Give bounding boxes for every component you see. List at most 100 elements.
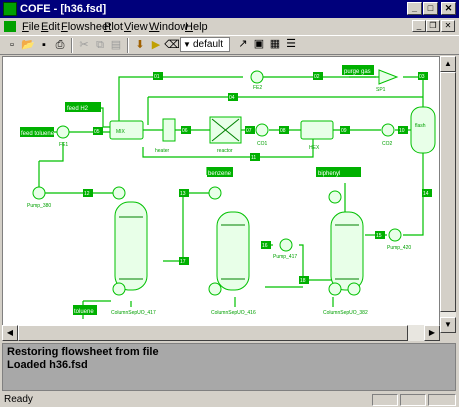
exchanger-1[interactable] <box>112 186 126 200</box>
exchanger-4[interactable] <box>208 282 222 296</box>
stream-label: 01 <box>154 74 160 80</box>
pump-fe1[interactable] <box>56 125 70 139</box>
mixer-unit[interactable] <box>109 120 144 140</box>
toolbar-separator <box>71 38 73 53</box>
column-left[interactable] <box>114 201 148 291</box>
stream-label: 14 <box>423 191 429 197</box>
exchanger-3[interactable] <box>208 186 222 200</box>
child-restore-button[interactable]: ❐ <box>426 20 440 32</box>
stream-label: 04 <box>229 95 235 101</box>
download-arrow-icon[interactable]: ⬇ <box>132 38 148 53</box>
horizontal-scroll-thumb[interactable] <box>18 325 408 341</box>
column-right-label: ColumnSepUO_382 <box>323 310 368 316</box>
co1-label: CO1 <box>257 141 268 147</box>
column-right[interactable] <box>330 211 364 291</box>
stream-label: 06 <box>182 128 188 134</box>
paste-icon[interactable]: ▤ <box>108 38 124 53</box>
cut-icon[interactable]: ✂ <box>76 38 92 53</box>
pump-biphenyl[interactable] <box>388 228 402 242</box>
pump-fe2[interactable] <box>250 70 264 84</box>
split-unit[interactable] <box>378 69 399 85</box>
scroll-left-icon[interactable]: ◀ <box>2 325 18 341</box>
dropdown-arrow-icon: ▼ <box>183 40 191 49</box>
maximize-button[interactable]: □ <box>423 2 438 15</box>
grid-icon[interactable]: ▦ <box>267 37 283 52</box>
close-button[interactable]: ✕ <box>441 2 456 15</box>
message-line: Loaded h36.fsd <box>7 359 88 371</box>
child-minimize-button[interactable]: _ <box>412 20 426 32</box>
stream-label: 17 <box>180 259 186 265</box>
menu-window[interactable]: Window <box>149 20 188 34</box>
flash-unit[interactable] <box>410 106 436 154</box>
open-folder-icon[interactable]: 📂 <box>20 38 36 53</box>
cooler-co2[interactable] <box>381 123 395 137</box>
split-label: SP1 <box>376 87 386 93</box>
vertical-scrollbar[interactable]: ▲ ▼ <box>440 56 456 333</box>
vertical-scroll-thumb[interactable] <box>440 72 456 312</box>
stream-label: 07 <box>246 128 252 134</box>
play-icon[interactable]: ▶ <box>148 38 164 53</box>
fe2-label: FE2 <box>253 85 262 91</box>
flowsheet-diagram[interactable]: feed H2 feed toluene purge gas benzene b… <box>3 57 439 324</box>
scroll-down-icon[interactable]: ▼ <box>440 317 456 333</box>
purge-gas-label: purge gas <box>344 69 371 75</box>
stream-label: 09 <box>341 128 347 134</box>
column-middle[interactable] <box>216 211 250 291</box>
message-line: Restoring flowsheet from file <box>7 346 159 358</box>
pump-toluene[interactable] <box>32 186 46 200</box>
title-bar: COFE - [h36.fsd] _ □ ✕ <box>0 0 459 18</box>
stream-label: 13 <box>180 191 186 197</box>
benzene-label: benzene <box>208 171 232 177</box>
stream-label: 16 <box>262 243 268 249</box>
status-bar: Ready <box>0 393 459 407</box>
toluene-label: toluene <box>74 309 94 315</box>
scroll-right-icon[interactable]: ▶ <box>424 325 440 341</box>
status-panel <box>372 394 398 406</box>
flowsheet-canvas[interactable]: feed H2 feed toluene purge gas benzene b… <box>2 56 440 333</box>
pump-biphenyl-label: Pump_420 <box>387 245 411 251</box>
pump-benzene-label: Pump_417 <box>273 254 297 260</box>
minimize-button[interactable]: _ <box>407 2 422 15</box>
exchanger-5[interactable] <box>328 190 342 204</box>
stream-label: 11 <box>251 155 256 161</box>
heater-label: heater <box>155 148 170 154</box>
stream-label: 10 <box>399 128 405 134</box>
biphenyl-label: biphenyl <box>318 171 340 177</box>
cooler-co1[interactable] <box>255 123 269 137</box>
child-close-button[interactable]: ✕ <box>441 20 455 32</box>
menu-file[interactable]: File <box>22 20 40 34</box>
frame-icon[interactable]: ▣ <box>251 37 267 52</box>
save-icon[interactable]: ▪ <box>36 38 52 53</box>
exchanger-7[interactable] <box>347 282 361 296</box>
feed-toluene-label: feed toluene <box>21 131 55 137</box>
menu-edit[interactable]: Edit <box>41 20 60 34</box>
stream-label: 12 <box>84 191 90 197</box>
stream-label: 02 <box>314 74 320 80</box>
menu-help[interactable]: Help <box>185 20 208 34</box>
flash-label: flash <box>415 123 426 129</box>
heater-unit[interactable] <box>162 118 176 142</box>
new-file-icon[interactable]: ▫ <box>4 38 20 53</box>
copy-icon[interactable]: ⧉ <box>92 38 108 53</box>
scroll-up-icon[interactable]: ▲ <box>440 56 456 72</box>
eraser-icon[interactable]: ⌫ <box>164 38 180 53</box>
status-text: Ready <box>4 394 33 405</box>
connect-arrow-icon[interactable]: ↗ <box>235 37 251 52</box>
fe1-label: FE1 <box>59 142 68 148</box>
style-select[interactable]: ▼ default <box>180 37 230 52</box>
window-title: COFE - [h36.fsd] <box>20 3 107 15</box>
stream-label: 08 <box>280 128 286 134</box>
feed-h2-label: feed H2 <box>67 106 89 112</box>
horizontal-scrollbar[interactable]: ◀ ▶ <box>2 325 440 341</box>
exchanger-6[interactable] <box>328 282 342 296</box>
print-icon[interactable]: ⎙ <box>52 38 68 53</box>
hex-unit[interactable] <box>300 120 334 140</box>
menu-plot[interactable]: Plot <box>104 20 123 34</box>
pump-benzene[interactable] <box>279 238 293 252</box>
exchanger-2[interactable] <box>112 282 126 296</box>
document-icon[interactable] <box>4 21 16 32</box>
menu-view[interactable]: View <box>124 20 148 34</box>
app-window: COFE - [h36.fsd] _ □ ✕ File Edit Flowshe… <box>0 0 459 407</box>
column-left-label: ColumnSepUO_417 <box>111 310 156 316</box>
properties-icon[interactable]: ☰ <box>283 37 299 52</box>
